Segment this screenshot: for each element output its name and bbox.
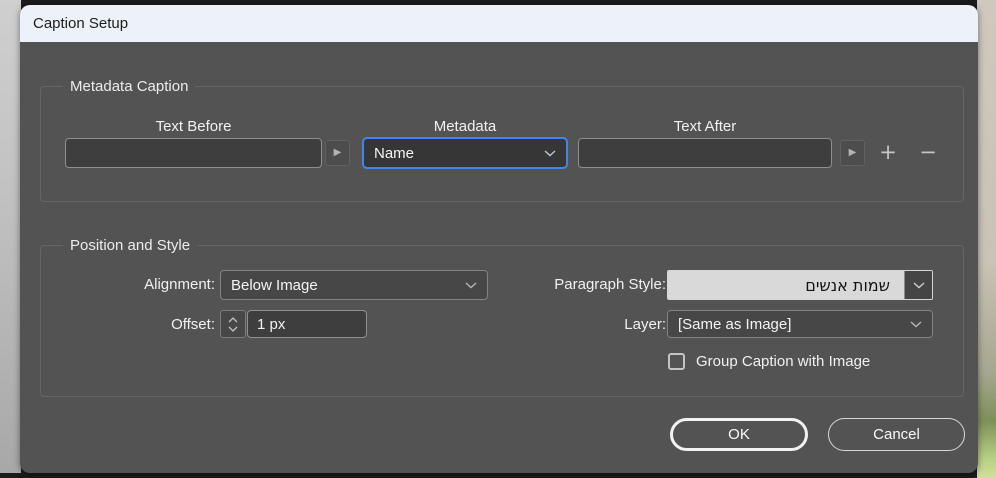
- caption-setup-dialog: Caption Setup Metadata Caption Text Befo…: [20, 5, 978, 473]
- remove-row-button[interactable]: −: [912, 135, 944, 169]
- alignment-select[interactable]: Below Image: [220, 270, 488, 300]
- layer-label: Layer:: [475, 316, 666, 333]
- window-title: Caption Setup: [33, 15, 128, 32]
- chevron-down-icon: [910, 321, 922, 328]
- chevron-down-icon: [544, 150, 556, 157]
- metadata-caption-legend: Metadata Caption: [63, 78, 195, 95]
- alignment-label: Alignment:: [105, 276, 215, 293]
- group-caption-label: Group Caption with Image: [696, 353, 870, 370]
- text-before-input[interactable]: [65, 138, 322, 168]
- alignment-selected-value: Below Image: [231, 277, 318, 294]
- right-triangle-icon: ▶: [849, 148, 857, 158]
- background-left-strip: [0, 0, 21, 473]
- paragraph-style-label: Paragraph Style:: [475, 276, 666, 293]
- text-after-input[interactable]: [578, 138, 832, 168]
- add-row-button[interactable]: +: [872, 135, 904, 169]
- offset-input[interactable]: [247, 310, 367, 338]
- cancel-button[interactable]: Cancel: [828, 418, 965, 451]
- text-after-column-label: Text After: [578, 118, 832, 138]
- chevron-down-icon: [228, 326, 238, 332]
- window-titlebar[interactable]: Caption Setup: [20, 5, 978, 42]
- layer-select[interactable]: [Same as Image]: [667, 310, 933, 338]
- group-caption-checkbox[interactable]: [668, 353, 685, 370]
- layer-selected-value: [Same as Image]: [678, 316, 791, 333]
- right-triangle-icon: ▶: [334, 148, 342, 158]
- minus-icon: −: [919, 140, 937, 164]
- paragraph-style-selected-value: שמות אנשים: [668, 271, 904, 299]
- offset-label: Offset:: [105, 316, 215, 333]
- text-after-menu-button[interactable]: ▶: [840, 140, 865, 166]
- position-style-legend: Position and Style: [63, 237, 197, 254]
- paragraph-style-select[interactable]: שמות אנשים: [667, 270, 933, 300]
- plus-icon: +: [879, 140, 897, 164]
- metadata-column-label: Metadata: [362, 118, 568, 138]
- offset-stepper[interactable]: [220, 310, 246, 338]
- text-before-column-label: Text Before: [65, 118, 322, 138]
- chevron-up-icon: [228, 317, 238, 323]
- metadata-select[interactable]: Name: [362, 137, 568, 169]
- chevron-down-icon[interactable]: [904, 271, 932, 299]
- ok-button[interactable]: OK: [670, 418, 808, 451]
- metadata-selected-value: Name: [374, 145, 414, 162]
- background-right-strip: [977, 0, 996, 478]
- text-before-menu-button[interactable]: ▶: [325, 140, 350, 166]
